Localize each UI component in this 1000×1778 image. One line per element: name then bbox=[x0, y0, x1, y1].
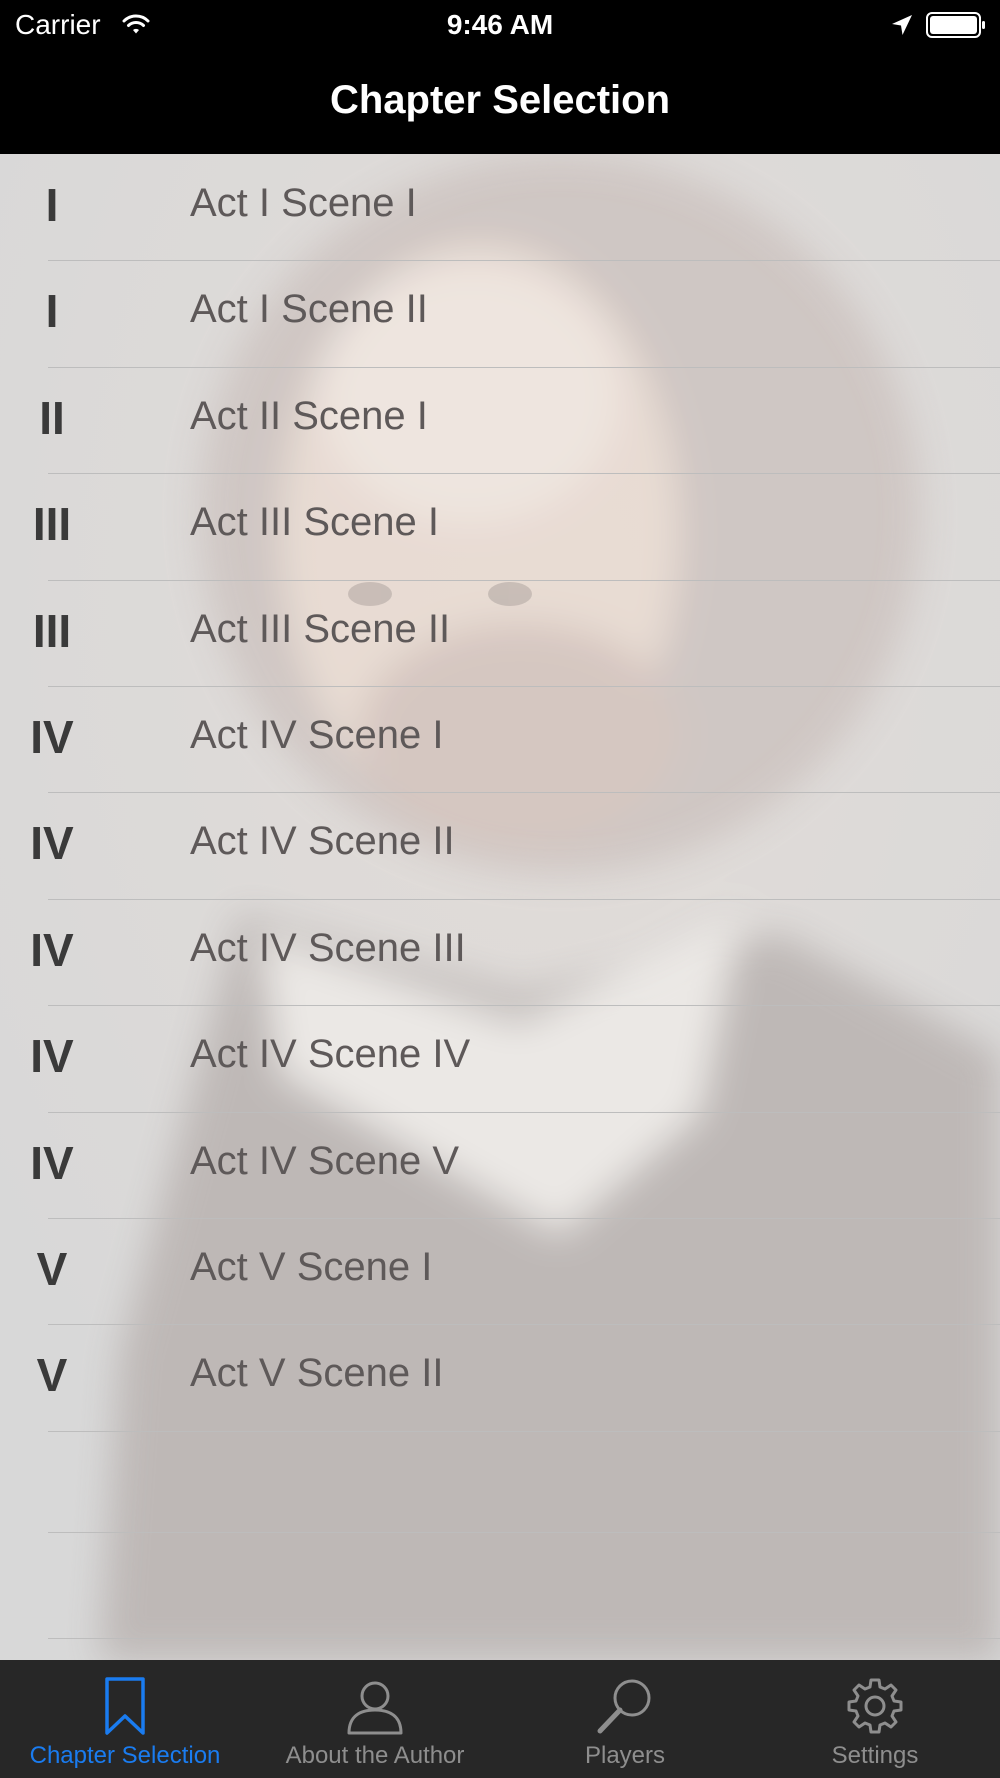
tab-label: Settings bbox=[831, 1742, 919, 1769]
act-numeral: V bbox=[36, 1349, 68, 1402]
chapter-label: Act I Scene II bbox=[190, 287, 428, 332]
tab-bar: Chapter Selection About the Author Playe… bbox=[0, 1660, 1000, 1778]
tab-label: About the Author bbox=[285, 1742, 465, 1769]
navigation-bar: Chapter Selection bbox=[0, 50, 1000, 154]
chapter-row[interactable]: V Act V Scene II bbox=[0, 1324, 1000, 1430]
chapter-row[interactable]: V Act V Scene I bbox=[0, 1218, 1000, 1324]
tab-about-the-author[interactable]: About the Author bbox=[250, 1660, 500, 1778]
act-numeral: IV bbox=[30, 923, 74, 976]
gear-icon bbox=[847, 1678, 903, 1734]
act-numeral: III bbox=[32, 498, 72, 551]
chapter-label: Act III Scene II bbox=[190, 606, 451, 651]
chapter-label: Act IV Scene I bbox=[190, 713, 444, 757]
tab-chapter-selection[interactable]: Chapter Selection bbox=[0, 1660, 250, 1778]
status-time: 9:46 AM bbox=[446, 9, 554, 40]
act-numeral: II bbox=[39, 391, 65, 444]
bookmark-icon bbox=[105, 1677, 145, 1735]
chapter-row[interactable]: I Act I Scene II bbox=[0, 260, 1000, 366]
chapter-label: Act II Scene I bbox=[190, 393, 428, 438]
act-numeral: IV bbox=[30, 1136, 74, 1189]
status-bar: Carrier 9:46 AM bbox=[0, 0, 1000, 50]
act-numeral: I bbox=[45, 179, 59, 231]
chapter-label: Act III Scene I bbox=[190, 500, 440, 545]
act-numeral: IV bbox=[30, 817, 74, 870]
chapter-row[interactable]: IV Act IV Scene III bbox=[0, 899, 1000, 1005]
battery-icon bbox=[926, 12, 985, 38]
tab-settings[interactable]: Settings bbox=[750, 1660, 1000, 1778]
act-numeral: IV bbox=[30, 711, 74, 763]
act-numeral: I bbox=[45, 285, 59, 338]
chapter-list[interactable]: I Act I Scene I I Act I Scene II II Act II Sc… bbox=[0, 154, 1000, 1660]
row-separator bbox=[48, 1430, 1000, 1432]
magnifier-icon bbox=[597, 1679, 651, 1734]
chapter-label: Act IV Scene IV bbox=[190, 1032, 471, 1077]
chapter-row[interactable]: IV Act IV Scene V bbox=[0, 1112, 1000, 1218]
act-numeral: V bbox=[36, 1243, 68, 1295]
chapter-row[interactable]: IV Act IV Scene I bbox=[0, 686, 1000, 792]
person-icon bbox=[347, 1681, 403, 1735]
tab-players[interactable]: Players bbox=[500, 1660, 750, 1778]
act-numeral: IV bbox=[30, 1030, 74, 1083]
chapter-row[interactable]: III Act III Scene II bbox=[0, 580, 1000, 686]
location-arrow-icon bbox=[892, 15, 912, 35]
act-numeral: III bbox=[32, 604, 72, 657]
chapter-row[interactable]: IV Act IV Scene II bbox=[0, 792, 1000, 898]
row-separator bbox=[48, 1532, 1000, 1533]
chapter-label: Act IV Scene V bbox=[190, 1138, 460, 1183]
chapter-row[interactable]: IV Act IV Scene IV bbox=[0, 1005, 1000, 1111]
chapter-label: Act V Scene II bbox=[190, 1351, 444, 1396]
chapter-row[interactable]: I Act I Scene I bbox=[0, 154, 1000, 260]
tab-label: Chapter Selection bbox=[29, 1742, 221, 1769]
chapter-label: Act V Scene I bbox=[190, 1245, 433, 1289]
row-separator bbox=[48, 1638, 1000, 1639]
chapter-row[interactable]: II Act II Scene I bbox=[0, 367, 1000, 473]
tab-label: Players bbox=[584, 1742, 666, 1769]
chapter-label: Act IV Scene III bbox=[190, 925, 466, 970]
chapter-label: Act I Scene I bbox=[190, 181, 417, 225]
page-title: Chapter Selection bbox=[329, 78, 671, 122]
chapter-row[interactable]: III Act III Scene I bbox=[0, 473, 1000, 579]
chapter-label: Act IV Scene II bbox=[190, 819, 455, 864]
